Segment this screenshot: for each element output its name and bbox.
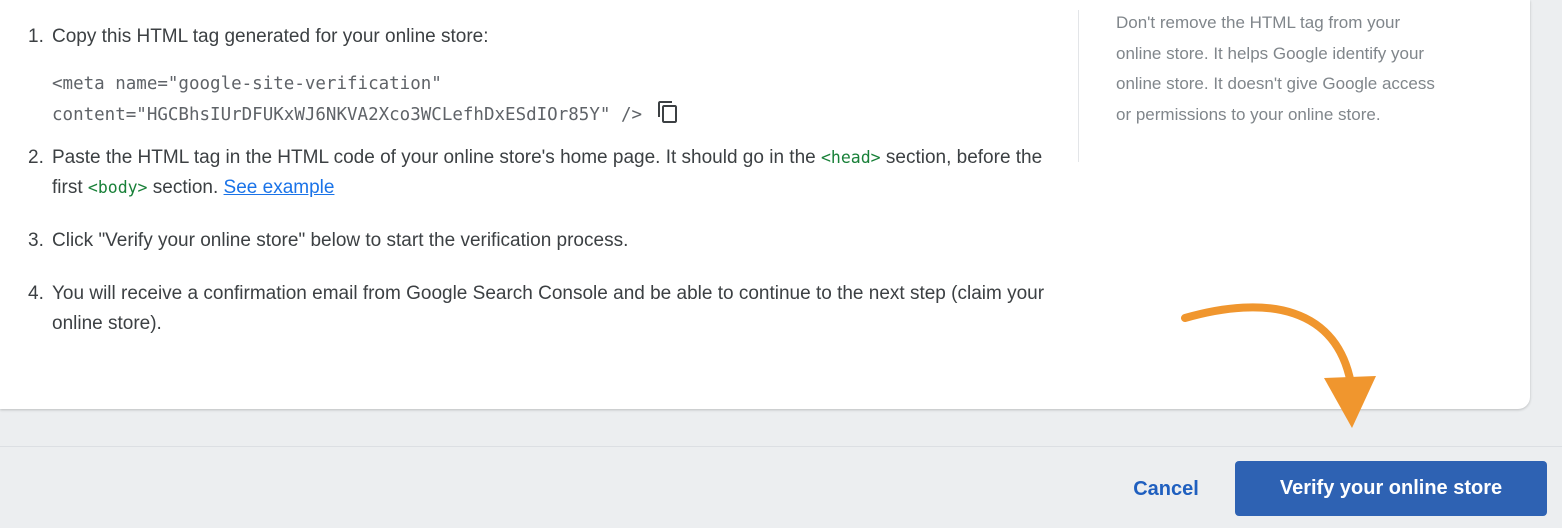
step-body: Paste the HTML tag in the HTML code of y…	[52, 143, 1058, 203]
copy-icon[interactable]	[656, 100, 680, 124]
step-text: You will receive a confirmation email fr…	[52, 283, 1045, 334]
code-line-2: content="HGCBhsIUrDFUKxWJ6NKVA2Xco3WCLef…	[52, 100, 1058, 131]
step-number: 3.	[28, 230, 44, 251]
verify-online-store-button[interactable]: Verify your online store	[1235, 461, 1547, 516]
see-example-link[interactable]: See example	[224, 177, 335, 198]
side-note: Don't remove the HTML tag from your onli…	[1116, 13, 1435, 124]
side-note-divider	[1078, 10, 1079, 162]
verification-meta-tag: <meta name="google-site-verification" co…	[52, 69, 1058, 131]
step-text: Click "Verify your online store" below t…	[52, 230, 629, 251]
code-line-2-text: content="HGCBhsIUrDFUKxWJ6NKVA2Xco3WCLef…	[52, 105, 643, 125]
step-text: Paste the HTML tag in the HTML code of y…	[52, 147, 821, 168]
step-2: 2. Paste the HTML tag in the HTML code o…	[28, 143, 1058, 203]
step-3: 3. Click "Verify your online store" belo…	[28, 226, 1058, 256]
cancel-button[interactable]: Cancel	[1116, 462, 1216, 516]
instruction-steps: 1. Copy this HTML tag generated for your…	[28, 22, 1058, 339]
body-tag-code: <body>	[87, 178, 148, 197]
step-1: 1. Copy this HTML tag generated for your…	[28, 22, 1058, 131]
step-4: 4. You will receive a confirmation email…	[28, 279, 1058, 339]
head-tag-code: <head>	[820, 148, 881, 167]
annotation-arrow-icon	[1181, 303, 1376, 428]
step-number: 2.	[28, 147, 44, 168]
step-number: 4.	[28, 283, 44, 304]
step-body: Copy this HTML tag generated for your on…	[52, 22, 1058, 131]
footer-divider	[0, 446, 1562, 447]
code-line-1: <meta name="google-site-verification"	[52, 74, 442, 94]
step-text: Copy this HTML tag generated for your on…	[52, 26, 489, 47]
step-text: section.	[147, 177, 224, 198]
step-number: 1.	[28, 26, 44, 47]
